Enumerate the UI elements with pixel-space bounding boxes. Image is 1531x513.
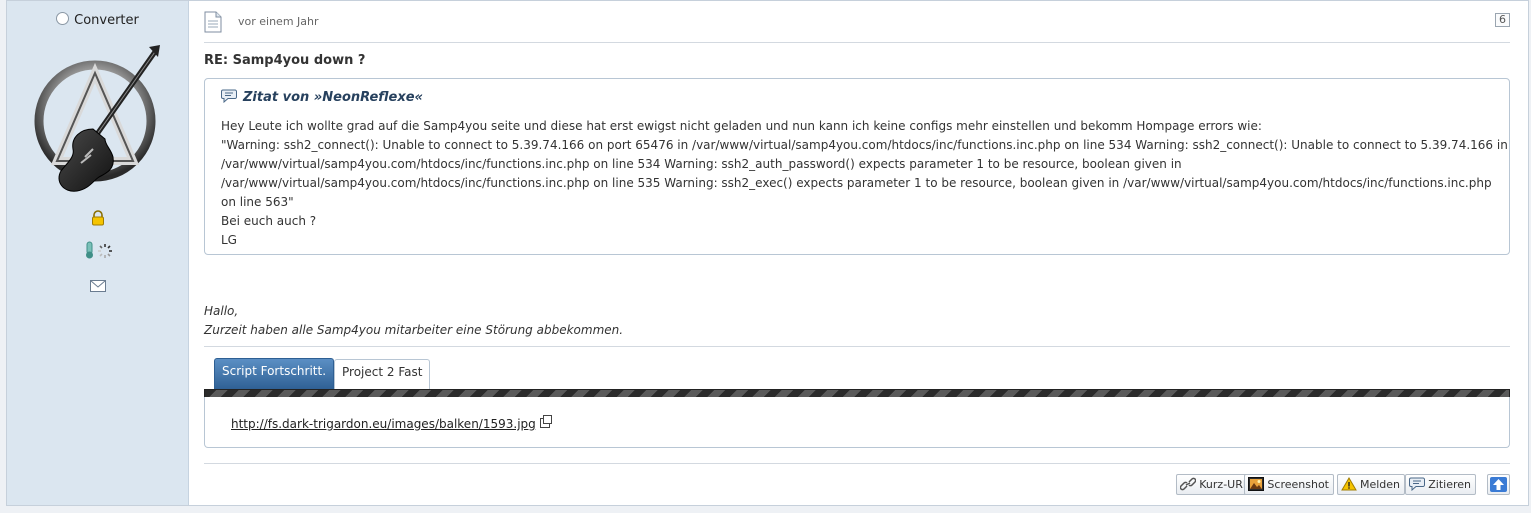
post-title: RE: Samp4you down ?	[204, 53, 366, 68]
quote-line: "Warning: ssh2_connect(): Unable to conn…	[221, 138, 1508, 152]
avatar[interactable]	[33, 45, 161, 195]
signature-tab-panel: http://fs.dark-trigardon.eu/images/balke…	[204, 397, 1510, 448]
screenshot-button[interactable]: Screenshot	[1244, 474, 1334, 495]
link-icon	[1180, 477, 1197, 491]
lock-icon	[7, 210, 188, 230]
divider	[204, 42, 1510, 43]
reply-line: Hallo,	[204, 304, 239, 318]
arrow-up-icon	[1490, 477, 1507, 492]
quote-line: Hey Leute ich wollte grad auf die Samp4y…	[221, 119, 1262, 133]
document-icon	[204, 11, 222, 33]
scroll-to-top-button[interactable]	[1487, 474, 1510, 495]
quote-header: Zitat von »NeonReflexe«	[221, 89, 423, 105]
quote-label: Zitieren	[1428, 478, 1471, 491]
screenshot-label: Screenshot	[1267, 478, 1329, 491]
external-link-icon	[539, 415, 552, 428]
post-content: vor einem Jahr 6 RE: Samp4you down ? Zit…	[204, 1, 1510, 505]
quote-author-link[interactable]: Zitat von »NeonReflexe«	[243, 90, 423, 105]
warning-icon	[1341, 477, 1357, 491]
quote-box: Zitat von »NeonReflexe« Hey Leute ich wo…	[204, 78, 1510, 255]
quote-text: Hey Leute ich wollte grad auf die Samp4y…	[221, 117, 1508, 250]
user-sidebar: Converter	[7, 1, 189, 505]
mail-icon[interactable]	[7, 277, 188, 296]
tab-script-fortschritt[interactable]: Script Fortschritt.	[214, 358, 335, 390]
quote-button[interactable]: Zitieren	[1405, 474, 1476, 495]
post-number-link[interactable]: 6	[1495, 13, 1510, 27]
short-url-label: Kurz-URL	[1199, 478, 1249, 491]
report-button[interactable]: Melden	[1336, 474, 1405, 495]
short-url-button[interactable]: Kurz-URL	[1176, 474, 1254, 495]
loading-spinner-icon	[97, 244, 112, 258]
thermometer-icon	[85, 241, 93, 259]
signature-divider	[204, 346, 1510, 347]
status-icons	[7, 241, 188, 263]
tab-project-2-fast[interactable]: Project 2 Fast	[334, 359, 431, 389]
report-label: Melden	[1359, 478, 1400, 491]
offline-status-icon	[56, 12, 70, 25]
quote-icon	[1409, 477, 1426, 491]
signature-image-link[interactable]: http://fs.dark-trigardon.eu/images/balke…	[231, 415, 552, 431]
footer-divider	[204, 463, 1510, 464]
quote-line: on line 563"	[221, 195, 294, 209]
user-status: Converter	[7, 12, 188, 28]
post-time: vor einem Jahr	[238, 15, 319, 28]
post-container: Converter vor einem Jahr 6 RE: Samp4you …	[6, 0, 1529, 506]
quote-line: /var/www/virtual/samp4you.com/htdocs/inc…	[221, 176, 1492, 190]
reply-line: Zurzeit haben alle Samp4you mitarbeiter …	[204, 323, 624, 337]
reply-text: Hallo, Zurzeit haben alle Samp4you mitar…	[204, 302, 623, 340]
username-link[interactable]: Converter	[74, 13, 139, 28]
quote-line: Bei euch auch ?	[221, 214, 317, 228]
image-icon	[1248, 477, 1265, 491]
signature-link-text: http://fs.dark-trigardon.eu/images/balke…	[231, 417, 536, 431]
quote-line: LG	[221, 233, 237, 247]
quote-line: /var/www/virtual/samp4you.com/htdocs/inc…	[221, 157, 1182, 171]
quote-bubble-icon	[221, 89, 237, 103]
